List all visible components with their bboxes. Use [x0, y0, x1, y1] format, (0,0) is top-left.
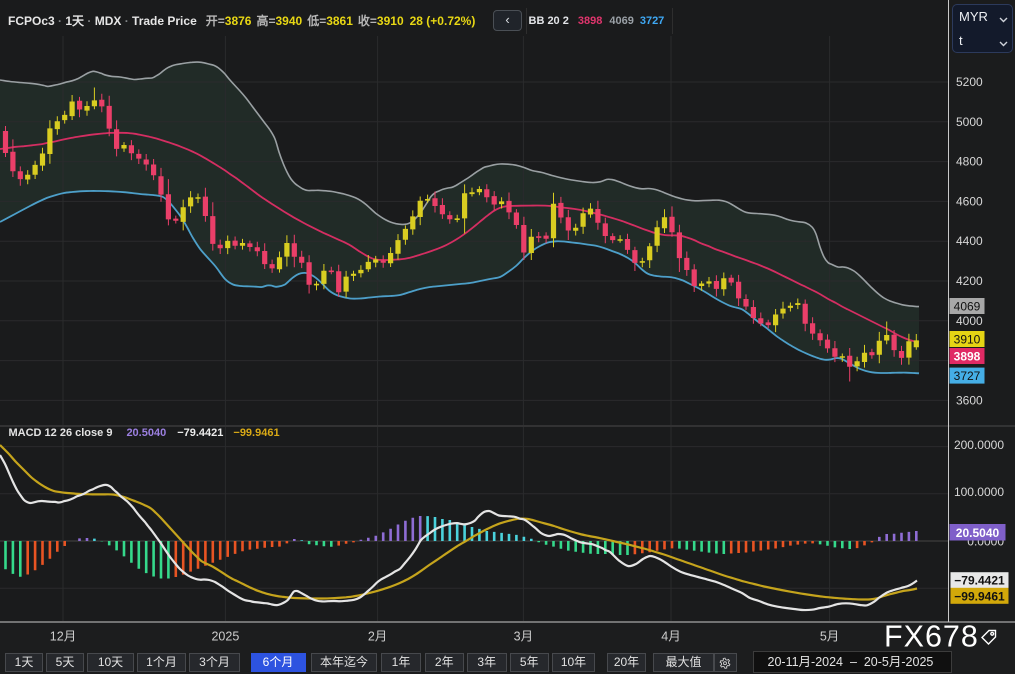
- svg-text:4月: 4月: [661, 630, 680, 644]
- svg-text:4800: 4800: [956, 155, 983, 169]
- svg-text:4200: 4200: [956, 274, 983, 288]
- svg-text:4000: 4000: [956, 314, 983, 328]
- svg-text:100.0000: 100.0000: [954, 485, 1004, 499]
- svg-text:3898: 3898: [954, 350, 981, 364]
- svg-text:2025: 2025: [211, 630, 239, 644]
- svg-text:3910: 3910: [954, 333, 981, 347]
- svg-text:4600: 4600: [956, 194, 983, 208]
- svg-text:5000: 5000: [956, 115, 983, 129]
- svg-text:2月: 2月: [368, 630, 387, 644]
- svg-text:4069: 4069: [954, 300, 981, 314]
- svg-text:12月: 12月: [50, 630, 76, 644]
- svg-text:3600: 3600: [956, 393, 983, 407]
- svg-text:5月: 5月: [820, 630, 839, 644]
- svg-text:3727: 3727: [954, 369, 981, 383]
- svg-text:FX678: FX678: [884, 620, 979, 654]
- svg-text:−99.9461: −99.9461: [954, 589, 1005, 603]
- svg-text:5200: 5200: [956, 75, 983, 89]
- svg-text:20.5040: 20.5040: [956, 526, 1000, 540]
- svg-text:3月: 3月: [514, 630, 533, 644]
- svg-text:200.0000: 200.0000: [954, 438, 1004, 452]
- svg-text:4400: 4400: [956, 234, 983, 248]
- svg-text:−79.4421: −79.4421: [954, 574, 1005, 588]
